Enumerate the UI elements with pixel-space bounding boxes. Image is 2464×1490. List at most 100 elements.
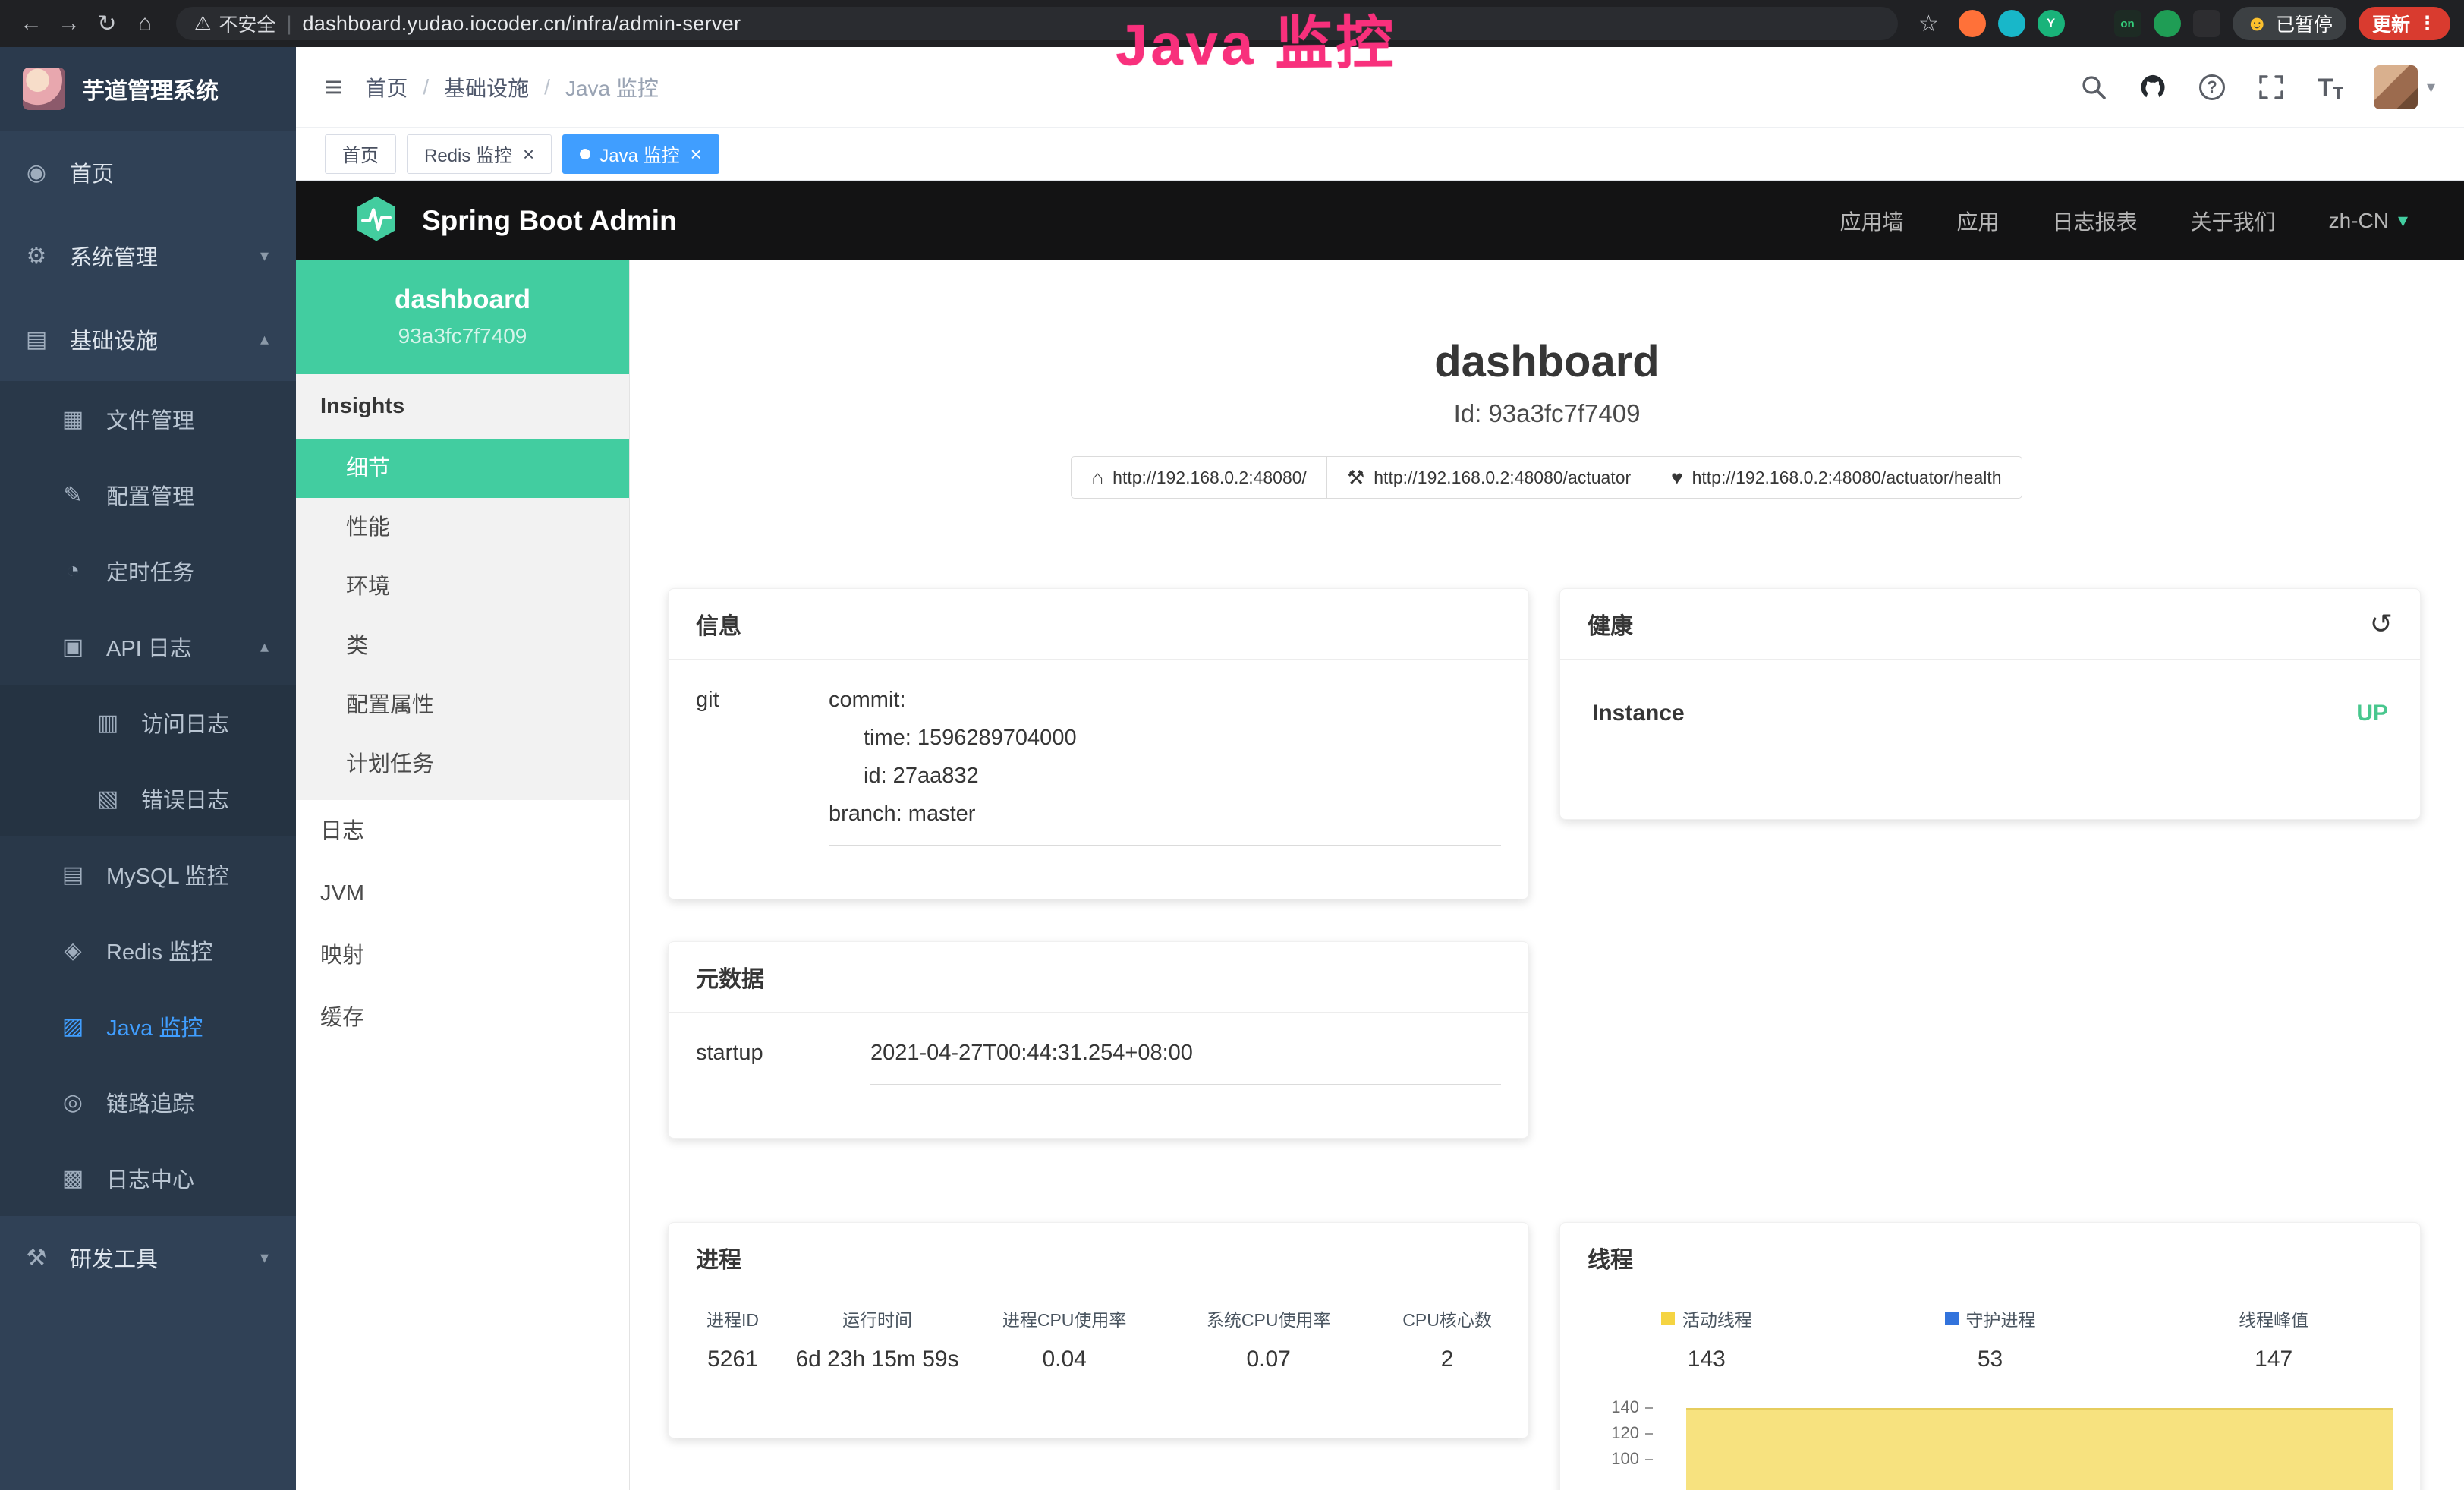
close-icon[interactable]: × <box>691 144 702 164</box>
sidebar-item-api-log[interactable]: ▣ API 日志 ▴ <box>0 609 296 685</box>
info-card: 信息 git commit: time: 1596289704000 id: 2… <box>668 588 1529 899</box>
sba-item-scheduled-tasks[interactable]: 计划任务 <box>296 735 629 794</box>
tab-java-monitor[interactable]: Java 监控 × <box>562 134 719 174</box>
sba-nav-applications[interactable]: 应用 <box>1957 206 2000 236</box>
address-bar[interactable]: ⚠ 不安全 | dashboard.yudao.iocoder.cn/infra… <box>176 7 1898 40</box>
sba-item-environment[interactable]: 环境 <box>296 557 629 616</box>
sba-nav-about[interactable]: 关于我们 <box>2191 206 2276 236</box>
sba-item-performance[interactable]: 性能 <box>296 498 629 557</box>
sidebar-item-file-management[interactable]: ▦ 文件管理 <box>0 381 296 457</box>
user-menu[interactable]: ▾ <box>2374 65 2435 109</box>
collapse-sidebar-icon[interactable]: ≡ <box>325 72 342 102</box>
sidebar-item-log-center[interactable]: ▩ 日志中心 <box>0 1140 296 1216</box>
page-subtitle: Id: 93a3fc7f7409 <box>630 399 2464 428</box>
actuator-url-button[interactable]: ⚒ http://192.168.0.2:48080/actuator <box>1326 456 1651 499</box>
sidebar-item-system-management[interactable]: ⚙ 系统管理 ▾ <box>0 214 296 298</box>
sidebar-item-access-log[interactable]: ▥ 访问日志 <box>0 685 296 761</box>
home-menu-icon: ◉ <box>23 159 50 186</box>
caret-down-icon: ▾ <box>2427 77 2435 97</box>
sidebar-item-label: 链路追踪 <box>106 1086 194 1118</box>
teal-extension-icon[interactable] <box>1998 10 2025 37</box>
update-label: 更新 <box>2372 10 2410 37</box>
orange-extension-icon[interactable] <box>1959 10 1986 37</box>
sba-nav-wall[interactable]: 应用墙 <box>1840 206 1904 236</box>
sidebar-item-home[interactable]: ◉ 首页 <box>0 131 296 214</box>
sba-nav-journal[interactable]: 日志报表 <box>2053 206 2138 236</box>
yellow-swatch <box>1661 1312 1675 1325</box>
instance-links: ⌂ http://192.168.0.2:48080/ ⚒ http://192… <box>630 456 2464 499</box>
edit-icon: ✎ <box>59 482 87 509</box>
log-icon: ▣ <box>59 634 87 660</box>
metadata-card-title: 元数据 <box>696 960 764 994</box>
kebab-menu-icon[interactable]: ⋮ <box>2418 12 2437 35</box>
back-icon[interactable]: ← <box>14 6 49 41</box>
legend-daemon-threads: 守护进程 53 <box>1849 1306 2132 1372</box>
sba-item-classes[interactable]: 类 <box>296 616 629 676</box>
process-header: 系统CPU使用率 <box>1166 1306 1370 1331</box>
font-size-icon[interactable]: TT <box>2315 71 2346 103</box>
sidebar-item-link-tracing[interactable]: ◎ 链路追踪 <box>0 1064 296 1140</box>
paused-badge[interactable]: ☻ 已暂停 <box>2233 7 2346 40</box>
leaf-extension-icon[interactable] <box>2154 10 2181 37</box>
app-logo-title: 芋道管理系统 <box>82 72 219 106</box>
url-text[interactable]: dashboard.yudao.iocoder.cn/infra/admin-s… <box>302 12 741 36</box>
sidebar-item-scheduled-jobs[interactable]: ◔ 定时任务 <box>0 533 296 609</box>
actuator-url-label: http://192.168.0.2:48080/actuator <box>1374 468 1631 488</box>
info-git-row: git commit: time: 1596289704000 id: 27aa… <box>696 681 1501 846</box>
breadcrumb: 首页 / 基础设施 / Java 监控 <box>365 72 659 102</box>
sba-item-caches[interactable]: 缓存 <box>296 987 629 1049</box>
help-icon[interactable]: ? <box>2196 71 2228 103</box>
breadcrumb-infrastructure[interactable]: 基础设施 <box>444 72 529 102</box>
app-logo[interactable]: 芋道管理系统 <box>0 47 296 131</box>
tab-home[interactable]: 首页 <box>325 134 396 174</box>
tab-redis-monitor[interactable]: Redis 监控 × <box>407 134 552 174</box>
forward-icon[interactable]: → <box>52 6 87 41</box>
breadcrumb-separator: / <box>544 75 550 99</box>
sidebar-item-redis-monitor[interactable]: ◈ Redis 监控 <box>0 912 296 988</box>
puzzle-extension-icon[interactable] <box>2077 11 2102 36</box>
infrastructure-submenu: ▦ 文件管理 ✎ 配置管理 ◔ 定时任务 ▣ API 日志 ▴ <box>0 381 296 1216</box>
info-key: git <box>696 681 829 846</box>
sidebar-item-label: 配置管理 <box>106 479 194 511</box>
health-url-button[interactable]: ♥ http://192.168.0.2:48080/actuator/heal… <box>1651 456 2022 499</box>
bookmark-star-icon[interactable]: ☆ <box>1912 6 1946 41</box>
sidebar-item-java-monitor[interactable]: ▨ Java 监控 <box>0 988 296 1064</box>
update-button[interactable]: 更新 ⋮ <box>2359 7 2450 40</box>
legend-peak-threads: 线程峰值 147 <box>2132 1306 2415 1372</box>
avatar <box>2374 65 2418 109</box>
green-y-extension-icon[interactable]: Y <box>2038 10 2065 37</box>
history-icon[interactable]: ↺ <box>2370 610 2393 638</box>
heart-icon: ♥ <box>1671 466 1682 490</box>
sba-item-logs[interactable]: 日志 <box>296 800 629 862</box>
on-badge-extension-icon[interactable]: on <box>2114 10 2141 37</box>
legend-label: 守护进程 <box>1966 1306 2036 1331</box>
sba-item-jvm[interactable]: JVM <box>296 862 629 925</box>
search-icon[interactable] <box>2078 71 2110 103</box>
health-card-title: 健康 <box>1588 607 1633 641</box>
sidebar-item-config-management[interactable]: ✎ 配置管理 <box>0 457 296 533</box>
chevron-up-icon: ▴ <box>260 637 269 657</box>
reload-icon[interactable]: ↻ <box>90 6 124 41</box>
sba-item-mappings[interactable]: 映射 <box>296 925 629 987</box>
github-icon[interactable] <box>2137 71 2169 103</box>
sba-item-config-props[interactable]: 配置属性 <box>296 676 629 735</box>
process-value: 2 <box>1370 1347 1524 1372</box>
legend-value: 143 <box>1565 1347 1849 1372</box>
plug-extension-icon[interactable] <box>2193 10 2220 37</box>
browser-home-icon[interactable]: ⌂ <box>127 6 162 41</box>
sba-brand-title[interactable]: Spring Boot Admin <box>422 205 677 237</box>
process-col-system-cpu: 系统CPU使用率 0.07 <box>1166 1306 1370 1372</box>
sidebar-item-mysql-monitor[interactable]: ▤ MySQL 监控 <box>0 836 296 912</box>
sidebar-item-infrastructure[interactable]: ▤ 基础设施 ▴ <box>0 298 296 381</box>
legend-live-threads: 活动线程 143 <box>1565 1306 1849 1372</box>
breadcrumb-home[interactable]: 首页 <box>365 72 408 102</box>
sidebar-item-dev-tools[interactable]: ⚒ 研发工具 ▾ <box>0 1216 296 1299</box>
sidebar-item-error-log[interactable]: ▧ 错误日志 <box>0 761 296 836</box>
close-icon[interactable]: × <box>523 144 534 164</box>
instance-header[interactable]: dashboard 93a3fc7f7409 <box>296 260 629 374</box>
fullscreen-icon[interactable] <box>2255 71 2287 103</box>
sba-item-details[interactable]: 细节 <box>296 439 629 498</box>
security-warning-label[interactable]: 不安全 <box>219 10 275 37</box>
service-url-button[interactable]: ⌂ http://192.168.0.2:48080/ <box>1071 456 1327 499</box>
locale-select[interactable]: zh-CN ▾ <box>2329 209 2408 233</box>
